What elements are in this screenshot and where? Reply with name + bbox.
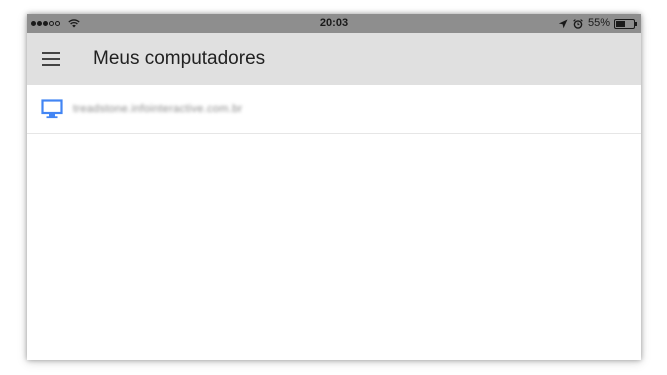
status-bar: 20:03 55% [27,14,641,33]
battery-icon [614,18,637,29]
battery-fill [616,20,625,27]
computer-list: treadstone.infointeractive.com.br [27,85,641,134]
alarm-clock-icon [573,18,583,29]
location-arrow-icon [558,19,568,28]
phone-screen: 20:03 55% Meus computadores treadstone.i… [27,14,641,360]
status-time: 20:03 [319,17,349,29]
app-bar: Meus computadores [27,33,641,85]
monitor-icon [41,99,63,119]
computer-name: treadstone.infointeractive.com.br [73,103,243,115]
battery-percentage: 55% [587,17,610,29]
list-item[interactable]: treadstone.infointeractive.com.br [27,85,641,134]
status-right-group: 55% [558,14,637,33]
hamburger-menu-icon[interactable] [39,47,63,71]
page-title: Meus computadores [93,48,266,69]
